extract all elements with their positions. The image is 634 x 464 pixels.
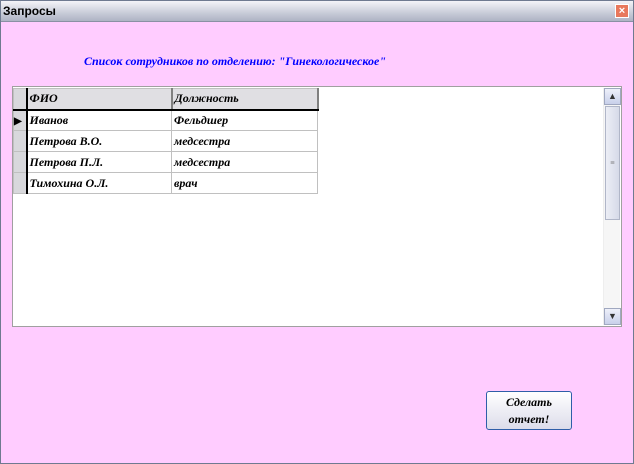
title-bar: Запросы × (1, 1, 633, 22)
row-selector[interactable] (13, 151, 28, 173)
cell-name[interactable]: Иванов (26, 109, 172, 131)
button-label-line1: Сделать (506, 395, 552, 409)
cell-name[interactable]: Петрова П.Л. (26, 151, 172, 173)
table-row[interactable]: Петрова П.Л. медсестра (13, 151, 318, 173)
cell-name[interactable]: Петрова В.О. (26, 130, 172, 152)
queries-window: Запросы × Список сотрудников по отделени… (0, 0, 634, 464)
row-selector[interactable] (13, 130, 28, 152)
cell-position[interactable]: медсестра (171, 151, 318, 173)
make-report-button[interactable]: Сделать отчет! (486, 391, 572, 430)
button-label-line2: отчет! (508, 412, 550, 426)
table-row[interactable]: Тимохина О.Л. врач (13, 172, 318, 194)
row-selector-header[interactable] (13, 88, 28, 111)
cell-position[interactable]: врач (171, 172, 318, 194)
cell-position[interactable]: медсестра (171, 130, 318, 152)
vertical-scrollbar[interactable]: ▲ ≡ ▼ (603, 88, 621, 325)
employees-grid: ФИО Должность ▶ Иванов Фельдшер Петрова … (12, 86, 622, 327)
cell-name[interactable]: Тимохина О.Л. (26, 172, 172, 194)
current-row-arrow-icon: ▶ (14, 115, 22, 127)
scroll-down-icon[interactable]: ▼ (604, 308, 621, 325)
column-header-position[interactable]: Должность (171, 88, 319, 111)
window-title: Запросы (3, 4, 56, 18)
table-row[interactable]: ▶ Иванов Фельдшер (13, 109, 318, 131)
table-row[interactable]: Петрова В.О. медсестра (13, 130, 318, 152)
scroll-up-icon[interactable]: ▲ (604, 88, 621, 105)
close-icon[interactable]: × (615, 4, 629, 18)
department-heading: Список сотрудников по отделению: "Гинеко… (84, 54, 386, 68)
header-row: ФИО Должность (13, 88, 319, 111)
row-selector[interactable]: ▶ (13, 109, 28, 131)
scroll-thumb[interactable]: ≡ (605, 106, 620, 220)
column-header-name[interactable]: ФИО (26, 88, 173, 111)
row-selector[interactable] (13, 172, 28, 194)
cell-position[interactable]: Фельдшер (171, 109, 318, 131)
